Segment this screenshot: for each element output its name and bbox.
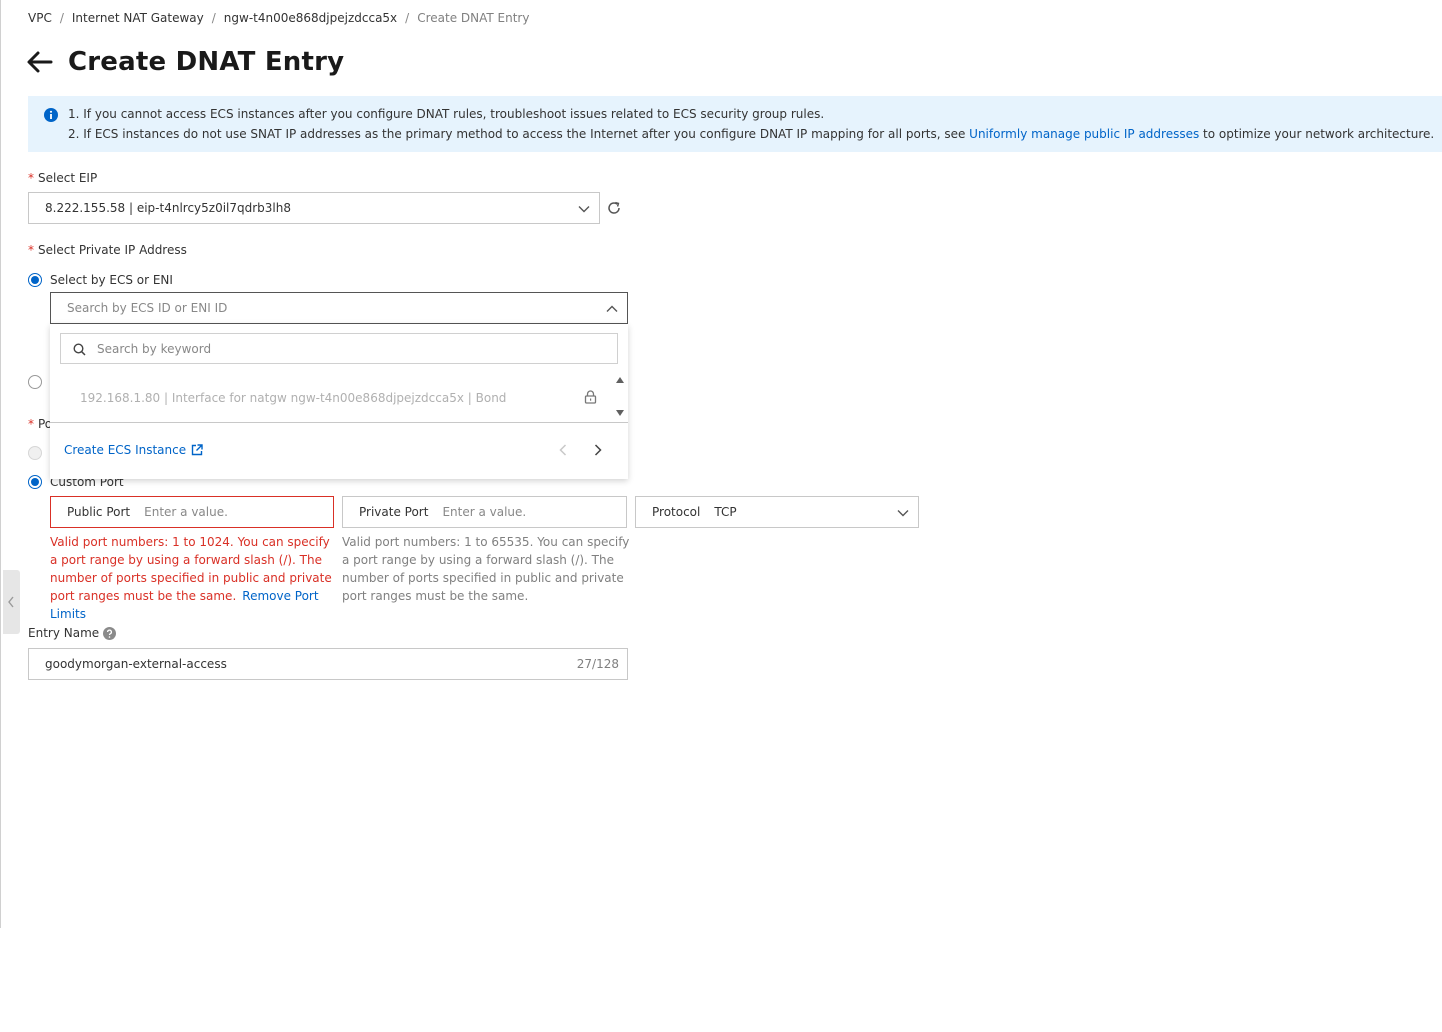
chevron-left-icon[interactable]: [556, 442, 570, 458]
public-port-field[interactable]: Public Port Enter a value.: [50, 496, 334, 528]
back-arrow-icon[interactable]: [26, 48, 54, 76]
private-port-help: Valid port numbers: 1 to 65535. You can …: [342, 535, 630, 603]
breadcrumb: VPC / Internet NAT Gateway / ngw-t4n00e8…: [28, 10, 529, 26]
radio-all-ports-disabled[interactable]: [28, 446, 42, 460]
notice-line-1: 1. If you cannot access ECS instances af…: [68, 107, 825, 121]
port-label: * Po: [28, 417, 52, 431]
dropdown-divider: [50, 422, 628, 423]
private-port-label: Private Port: [359, 505, 429, 519]
required-asterisk: *: [28, 417, 34, 431]
create-ecs-instance-link[interactable]: Create ECS Instance: [64, 443, 203, 457]
radio-select-by-ecs[interactable]: [28, 273, 42, 287]
left-border: [0, 0, 1, 928]
search-icon: [73, 343, 86, 356]
notice-line-2: 2. If ECS instances do not use SNAT IP a…: [68, 127, 1434, 141]
breadcrumb-gateway-id[interactable]: ngw-t4n00e868djpejzdcca5x: [224, 11, 397, 25]
public-port-input[interactable]: Enter a value.: [144, 505, 228, 519]
notice-line-2-suffix: to optimize your network architecture.: [1199, 127, 1435, 141]
entry-name-char-count: 27/128: [576, 657, 619, 671]
keyword-search-placeholder: Search by keyword: [97, 341, 212, 356]
ecs-eni-search-placeholder: Search by ECS ID or ENI ID: [67, 301, 228, 315]
radio-select-by-ecs-label[interactable]: Select by ECS or ENI: [50, 273, 173, 287]
select-private-ip-label: * Select Private IP Address: [28, 243, 187, 257]
eni-option-disabled: 192.168.1.80 | Interface for natgw ngw-t…: [80, 391, 507, 405]
page-title: Create DNAT Entry: [68, 47, 345, 77]
manage-public-ip-link[interactable]: Uniformly manage public IP addresses: [969, 127, 1199, 141]
eip-select-value: 8.222.155.58 | eip-t4nlrcy5z0il7qdrb3lh8: [45, 201, 292, 215]
info-icon: [44, 108, 58, 122]
breadcrumb-current: Create DNAT Entry: [417, 11, 530, 25]
chevron-down-icon: [578, 206, 590, 213]
ecs-dropdown-panel: Search by keyword 192.168.1.80 | Interfa…: [50, 324, 628, 479]
select-eip-label-text: Select EIP: [38, 171, 98, 185]
sidebar-collapse-handle[interactable]: [3, 570, 20, 634]
entry-name-label-text: Entry Name: [28, 626, 100, 640]
breadcrumb-separator: /: [211, 11, 216, 25]
chevron-up-icon: [606, 305, 618, 312]
entry-name-value: goodymorgan-external-access: [45, 657, 227, 671]
chevron-down-icon: [897, 510, 909, 517]
help-question-icon[interactable]: [103, 626, 117, 640]
refresh-icon[interactable]: [606, 200, 622, 216]
eip-select[interactable]: 8.222.155.58 | eip-t4nlrcy5z0il7qdrb3lh8: [28, 192, 600, 224]
entry-name-label: Entry Name: [28, 626, 117, 640]
radio-custom-port[interactable]: [28, 475, 42, 489]
private-port-field[interactable]: Private Port Enter a value.: [342, 496, 627, 528]
required-asterisk: *: [28, 171, 34, 185]
scroll-down-arrow-icon[interactable]: [615, 409, 625, 417]
private-port-input[interactable]: Enter a value.: [442, 505, 526, 519]
notice-line-2-prefix: 2. If ECS instances do not use SNAT IP a…: [68, 127, 970, 141]
breadcrumb-vpc[interactable]: VPC: [28, 11, 52, 25]
title-row: Create DNAT Entry: [26, 44, 344, 80]
protocol-value: TCP: [714, 505, 737, 519]
scroll-up-arrow-icon[interactable]: [615, 376, 625, 384]
radio-second-option[interactable]: [28, 375, 42, 389]
entry-name-input[interactable]: goodymorgan-external-access 27/128: [28, 648, 628, 680]
breadcrumb-nat-gateway[interactable]: Internet NAT Gateway: [72, 11, 204, 25]
breadcrumb-separator: /: [405, 11, 410, 25]
breadcrumb-separator: /: [59, 11, 64, 25]
chevron-left-icon: [8, 596, 14, 608]
public-port-label: Public Port: [67, 505, 131, 519]
required-asterisk: *: [28, 243, 34, 257]
create-ecs-instance-label: Create ECS Instance: [64, 443, 187, 457]
public-port-error: Valid port numbers: 1 to 1024. You can s…: [50, 533, 340, 623]
select-eip-label: * Select EIP: [28, 171, 97, 185]
lock-icon: [584, 390, 597, 404]
chevron-right-icon[interactable]: [591, 442, 605, 458]
keyword-search-input[interactable]: Search by keyword: [60, 333, 618, 364]
ecs-eni-search-select[interactable]: Search by ECS ID or ENI ID: [50, 292, 628, 324]
protocol-label: Protocol: [652, 505, 701, 519]
page: VPC / Internet NAT Gateway / ngw-t4n00e8…: [0, 0, 1442, 1032]
external-link-icon: [191, 444, 203, 456]
select-private-ip-label-text: Select Private IP Address: [38, 243, 187, 257]
info-notice: 1. If you cannot access ECS instances af…: [28, 96, 1442, 152]
protocol-select[interactable]: Protocol TCP: [635, 496, 919, 528]
